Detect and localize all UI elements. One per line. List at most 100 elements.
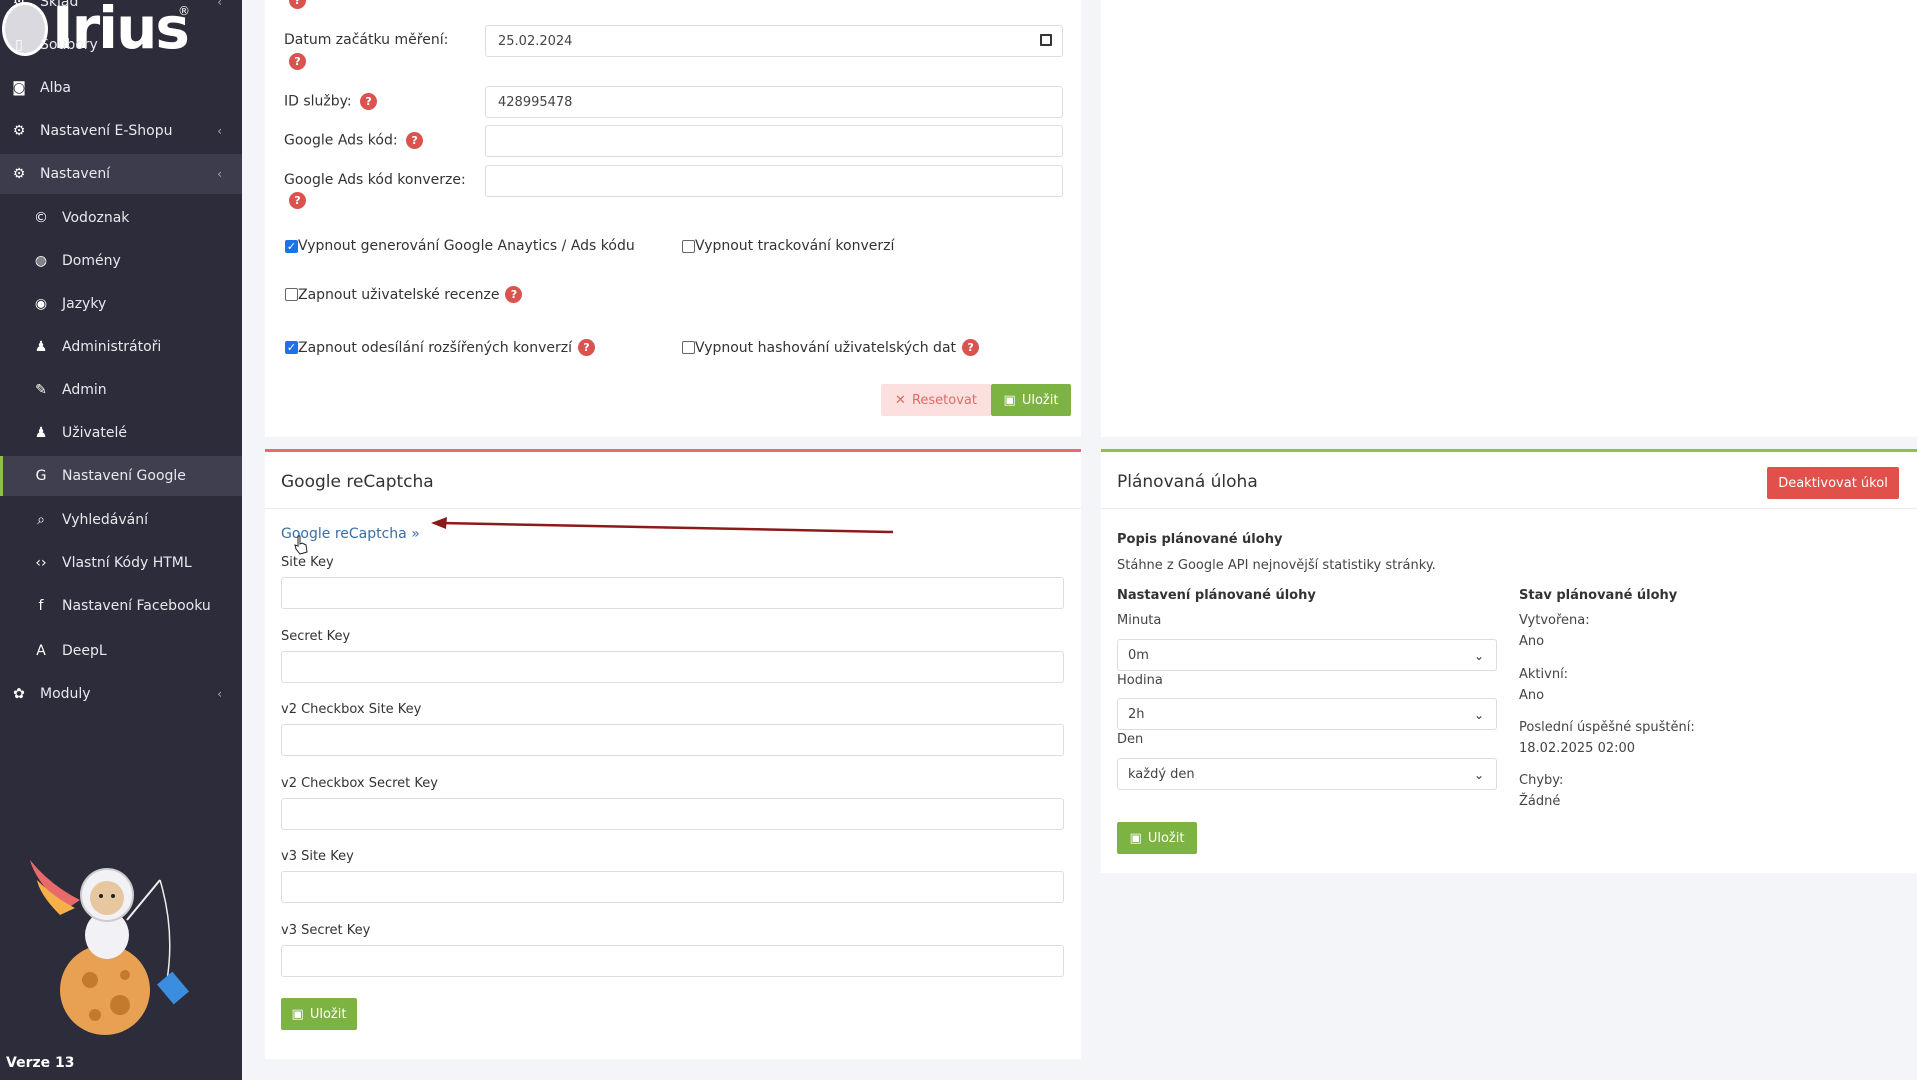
task-description-text: Stáhne z Google API nejnovější statistik…	[1117, 558, 1436, 573]
sidebar-item-label: Administrátoři	[62, 339, 162, 355]
help-icon[interactable]: ?	[289, 192, 306, 209]
checkbox-checked-icon[interactable]: ✓	[285, 341, 298, 354]
checkbox-enable-user-reviews[interactable]: Zapnout uživatelské recenze ?	[285, 286, 523, 303]
checkbox-disable-user-data-hashing[interactable]: Vypnout hashování uživatelských dat ?	[682, 339, 980, 356]
help-icon[interactable]: ?	[577, 339, 595, 356]
checkbox-disable-ga-code[interactable]: ✓ Vypnout generování Google Anaytics / Ad…	[285, 238, 635, 254]
google-ads-conversion-input[interactable]	[485, 165, 1063, 197]
sidebar-item[interactable]: ◙ Alba	[0, 68, 242, 108]
file-icon: ▯	[15, 37, 23, 53]
recaptcha-field-input[interactable]	[281, 650, 1064, 683]
sidebar-item[interactable]: ◍ Domény	[0, 241, 242, 281]
recaptcha-field-input[interactable]	[281, 944, 1064, 977]
recaptcha-field-input[interactable]	[281, 577, 1064, 609]
checkbox-unchecked-icon[interactable]	[682, 341, 695, 354]
sidebar: Irius ® ⚙ Sklad ‹ ▯ Soubory ◙ Alba ⚙ Nastavení E…	[0, 0, 242, 1080]
checkbox-disable-conversion-tracking[interactable]: Vypnout trackování konverzí	[682, 238, 894, 254]
help-icon[interactable]: ?	[406, 132, 424, 149]
hour-label: Hodina	[1117, 673, 1163, 688]
sidebar-item[interactable]: ▯ Soubory	[0, 25, 242, 65]
astronaut-illustration	[30, 860, 190, 1035]
sidebar-item[interactable]: ⚙ Nastavení ‹	[0, 154, 242, 194]
recaptcha-field-input[interactable]	[281, 797, 1064, 830]
created-label: Vytvořena:	[1519, 613, 1590, 628]
sidebar-item[interactable]: ⚙ Nastavení E-Shopu ‹	[0, 111, 242, 151]
task-settings-heading: Nastavení plánované úlohy	[1117, 588, 1316, 603]
save-task-button[interactable]: ▣ Uložit	[1117, 822, 1197, 854]
chevron-left-icon[interactable]: ‹	[217, 167, 222, 181]
search-icon: ⌕	[37, 512, 45, 528]
floppy-disk-icon: ▣	[291, 1006, 304, 1022]
help-icon[interactable]: ?	[360, 93, 378, 110]
save-recaptcha-button[interactable]: ▣ Uložit	[281, 998, 357, 1030]
task-status-heading: Stav plánované úlohy	[1519, 588, 1678, 603]
checkbox-unchecked-icon[interactable]	[285, 288, 298, 301]
sidebar-item[interactable]: ⌕ Vyhledávání	[0, 500, 242, 540]
service-id-label-text: ID služby:	[284, 93, 352, 110]
checkbox-checked-icon[interactable]: ✓	[285, 239, 298, 253]
sidebar-item[interactable]: ✿ Moduly ‹	[0, 674, 242, 714]
user-tie-icon: ♟	[34, 339, 48, 355]
sidebar-item-label: Soubory	[40, 37, 98, 53]
recaptcha-field-label: v2 Checkbox Site Key	[281, 702, 422, 717]
divider	[265, 508, 1081, 509]
save-button-label: Uložit	[1147, 830, 1185, 846]
floppy-disk-icon: ▣	[1003, 392, 1016, 408]
sidebar-item[interactable]: ‹› Vlastní Kódy HTML	[0, 543, 242, 583]
wrench-icon: ✎	[35, 382, 47, 398]
measure-start-date-input[interactable]: 25.02.2024	[485, 25, 1063, 57]
sidebar-item[interactable]: f Nastavení Facebooku	[0, 586, 242, 626]
sidebar-item[interactable]: ♟ Administrátoři	[0, 327, 242, 367]
chevron-left-icon[interactable]: ‹	[217, 687, 222, 701]
sidebar-item[interactable]: © Vodoznak	[0, 198, 242, 238]
sidebar-item-label: Uživatelé	[62, 425, 127, 441]
language-icon: ◉	[34, 296, 48, 312]
sidebar-item[interactable]: ◉ Jazyky	[0, 284, 242, 324]
sidebar-item-label: DeepL	[62, 643, 107, 659]
deactivate-task-button[interactable]: Deaktivovat úkol	[1767, 467, 1899, 499]
sidebar-item[interactable]: A DeepL	[0, 631, 242, 671]
deactivate-button-label: Deaktivovat úkol	[1778, 475, 1888, 491]
hour-select[interactable]: 2h ⌄	[1117, 698, 1497, 730]
sidebar-item-label: Nastavení Google	[62, 468, 186, 484]
cogs-icon: ⚙	[12, 166, 26, 182]
help-icon[interactable]: ?	[505, 286, 523, 303]
translate-icon: A	[36, 643, 46, 659]
recaptcha-field-label: v3 Secret Key	[281, 922, 371, 938]
html-icon: ‹›	[35, 555, 47, 571]
last-run-value: 18.02.2025 02:00	[1519, 741, 1636, 756]
sidebar-item[interactable]: ✎ Admin	[0, 370, 242, 410]
day-select[interactable]: každý den ⌄	[1117, 758, 1497, 790]
recaptcha-field-input[interactable]	[281, 871, 1064, 903]
annotation-arrow	[431, 517, 894, 534]
google-ads-code-input[interactable]	[485, 125, 1063, 157]
google-ads-code-label: Google Ads kód: ?	[284, 132, 424, 149]
checkbox-unchecked-icon[interactable]	[682, 239, 695, 253]
recaptcha-field-input[interactable]	[281, 724, 1064, 756]
measure-start-date-value: 25.02.2024	[498, 33, 573, 49]
boxes-icon: ⚙	[12, 0, 26, 10]
save-analytics-button[interactable]: ▣ Uložit	[991, 384, 1071, 416]
hand-cursor-icon	[294, 535, 308, 555]
google-analytics-card: ? Datum začátku měření: ? 25.02.2024 ID …	[265, 0, 1081, 437]
floppy-disk-icon: ▣	[1129, 830, 1142, 846]
sidebar-item[interactable]: ♟ Uživatelé	[0, 413, 242, 453]
service-id-input[interactable]: 428995478	[485, 86, 1063, 118]
reset-button[interactable]: ✕ Resetovat	[881, 384, 991, 416]
checkbox-enable-enhanced-conversions[interactable]: ✓ Zapnout odesílání rozšířených konverzí …	[285, 339, 595, 356]
sidebar-item[interactable]: ⚙ Sklad ‹	[0, 0, 242, 22]
divider	[1101, 508, 1917, 509]
camera-icon: ◙	[12, 80, 26, 96]
sidebar-item-label: Nastavení Facebooku	[62, 598, 211, 614]
minute-select[interactable]: 0m ⌄	[1117, 639, 1497, 671]
calendar-icon[interactable]	[1040, 34, 1052, 46]
help-icon[interactable]: ?	[289, 0, 306, 9]
chevron-left-icon[interactable]: ‹	[217, 0, 222, 9]
service-id-label: ID služby: ?	[284, 93, 378, 110]
help-icon[interactable]: ?	[289, 53, 306, 70]
sidebar-item[interactable]: G Nastavení Google	[0, 456, 242, 496]
copyright-icon: ©	[34, 210, 48, 226]
help-icon[interactable]: ?	[962, 339, 980, 356]
chevron-left-icon[interactable]: ‹	[217, 124, 222, 138]
sidebar-item-label: Nastavení E-Shopu	[40, 123, 173, 139]
